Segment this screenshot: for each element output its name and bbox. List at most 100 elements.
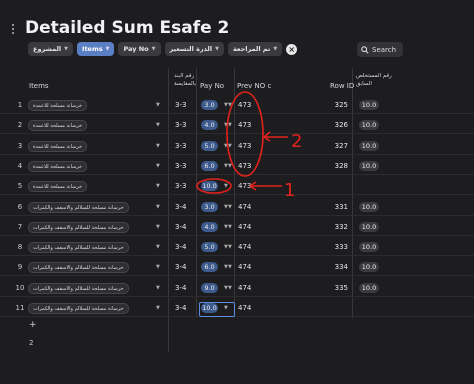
item-chip[interactable]: خرسانة مسلحة للاعمدة <box>28 100 88 111</box>
item-chip[interactable]: خرسانة مسلحة للاعمدة <box>28 181 88 192</box>
item-chip[interactable]: خرسانة مسلحة للسلالم والاسقف والكمرات <box>28 303 129 314</box>
prev-no-cell[interactable]: 474 <box>238 243 251 251</box>
annotation-arrow-1 <box>249 181 282 191</box>
chevron-down-icon[interactable]: ▼ <box>156 183 160 189</box>
pay-no-chip[interactable]: 6.0 <box>201 161 218 171</box>
extract-chip[interactable]: 10.0 <box>359 283 379 293</box>
chevron-down-icon[interactable]: ▼ <box>156 305 160 311</box>
band-cell[interactable]: 3-3 <box>175 101 186 109</box>
band-cell[interactable]: 3-3 <box>175 121 186 129</box>
item-chip[interactable]: خرسانة مسلحة للاعمدة <box>28 161 88 172</box>
chevron-down-icon[interactable]: ▼ <box>156 102 160 108</box>
header-band[interactable]: رقم البند بالمقايسة <box>174 73 196 87</box>
band-cell[interactable]: 3-3 <box>175 182 186 190</box>
chevron-down-icon[interactable]: ▼ <box>156 224 160 230</box>
extract-chip[interactable]: 10.0 <box>359 100 379 110</box>
chevron-down-icon: ▼ <box>273 46 278 52</box>
chevron-down-icon[interactable]: ▼ <box>156 143 160 149</box>
prev-no-cell[interactable]: 474 <box>238 304 251 312</box>
chevron-down-icon[interactable]: ▼ <box>228 163 232 169</box>
item-chip[interactable]: خرسانة مسلحة للاعمدة <box>28 120 88 131</box>
extract-chip[interactable]: 10.0 <box>359 120 379 130</box>
band-cell[interactable]: 3-4 <box>175 263 186 271</box>
item-chip[interactable]: خرسانة مسلحة للسلالم والاسقف والكمرات <box>28 202 129 213</box>
chevron-down-icon[interactable]: ▼ <box>156 264 160 270</box>
chevron-down-icon[interactable]: ▼ <box>228 224 232 230</box>
filter-items[interactable]: Items ▼ <box>77 42 115 56</box>
item-chip[interactable]: خرسانة مسلحة للسلالم والاسقف والكمرات <box>28 242 129 253</box>
chevron-down-icon[interactable]: ▼ <box>228 264 232 270</box>
chevron-down-icon[interactable]: ▼ <box>224 305 228 311</box>
extract-chip[interactable]: 10.0 <box>359 161 379 171</box>
chevron-down-icon[interactable]: ▼ <box>228 244 232 250</box>
chevron-down-icon[interactable]: ▼ <box>156 204 160 210</box>
band-cell[interactable]: 3-4 <box>175 304 186 312</box>
prev-no-cell[interactable]: 474 <box>238 263 251 271</box>
prev-no-cell[interactable]: 473 <box>238 121 251 129</box>
filter-pricing[interactable]: الدرة التسعير ▼ <box>164 42 224 56</box>
item-label: خرسانة مسلحة للاعمدة <box>33 102 83 109</box>
extract-chip[interactable]: 10.0 <box>359 141 379 151</box>
extract-chip[interactable]: 10.0 <box>359 242 379 252</box>
filter-project[interactable]: المشروع ▼ <box>28 42 74 56</box>
chevron-down-icon[interactable]: ▼ <box>228 102 232 108</box>
pay-no-chip[interactable]: 5.0 <box>201 242 218 252</box>
pay-no-chip[interactable]: 4.0 <box>201 222 218 232</box>
pay-no-chip[interactable]: 4.0 <box>201 120 218 130</box>
header-prev-no[interactable]: Prev NO c <box>237 82 271 90</box>
band-cell[interactable]: 3-4 <box>175 284 186 292</box>
prev-no-cell[interactable]: 473 <box>238 162 251 170</box>
clear-filters-icon[interactable]: × <box>286 43 298 55</box>
chevron-down-icon[interactable]: ▼ <box>228 285 232 291</box>
row-id-cell: 326 <box>334 121 348 129</box>
row-divider <box>0 113 474 114</box>
pay-no-chip[interactable]: 10.0 <box>201 181 218 191</box>
band-cell[interactable]: 3-4 <box>175 223 186 231</box>
chevron-down-icon[interactable]: ▼ <box>156 244 160 250</box>
item-label: خرسانة مسلحة للسلالم والاسقف والكمرات <box>33 224 124 231</box>
search-button[interactable]: Search <box>357 42 403 57</box>
header-row-id[interactable]: Row ID <box>330 82 354 90</box>
chevron-down-icon[interactable]: ▼ <box>156 285 160 291</box>
band-cell[interactable]: 3-3 <box>175 162 186 170</box>
item-chip[interactable]: خرسانة مسلحة للسلالم والاسقف والكمرات <box>28 283 129 294</box>
item-label: خرسانة مسلحة للسلالم والاسقف والكمرات <box>33 264 124 271</box>
band-cell[interactable]: 3-4 <box>175 243 186 251</box>
chevron-down-icon[interactable]: ▼ <box>228 122 232 128</box>
prev-no-cell[interactable]: 473 <box>238 142 251 150</box>
more-menu-icon[interactable] <box>12 24 15 34</box>
extract-chip[interactable]: 10.0 <box>359 222 379 232</box>
filter-pay-no[interactable]: Pay No ▼ <box>118 42 161 56</box>
chevron-down-icon[interactable]: ▼ <box>224 183 228 189</box>
header-extract[interactable]: رقم المستخلص السابق <box>356 73 392 87</box>
pay-no-chip[interactable]: 6.0 <box>201 262 218 272</box>
row-divider <box>0 316 474 317</box>
item-chip[interactable]: خرسانة مسلحة للسلالم والاسقف والكمرات <box>28 222 129 233</box>
prev-no-cell[interactable]: 473 <box>238 101 251 109</box>
header-items[interactable]: Items <box>29 82 49 90</box>
band-cell[interactable]: 3-4 <box>175 203 186 211</box>
prev-no-cell[interactable]: 474 <box>238 284 251 292</box>
pay-no-chip[interactable]: 3.0 <box>201 202 218 212</box>
prev-no-cell[interactable]: 474 <box>238 223 251 231</box>
header-pay-no[interactable]: Pay No <box>200 82 224 90</box>
pay-no-chip[interactable]: 9.0 <box>201 283 218 293</box>
chevron-down-icon: ▼ <box>151 46 156 52</box>
chevron-down-icon[interactable]: ▼ <box>156 163 160 169</box>
item-chip[interactable]: خرسانة مسلحة للاعمدة <box>28 141 88 152</box>
chevron-down-icon[interactable]: ▼ <box>228 204 232 210</box>
red-annotation-overlay: 2 1 <box>196 91 302 201</box>
chevron-down-icon[interactable]: ▼ <box>156 122 160 128</box>
prev-no-cell[interactable]: 473 <box>238 182 251 190</box>
prev-no-cell[interactable]: 474 <box>238 203 251 211</box>
item-chip[interactable]: خرسانة مسلحة للسلالم والاسقف والكمرات <box>28 262 129 273</box>
band-cell[interactable]: 3-3 <box>175 142 186 150</box>
pay-no-chip[interactable]: 5.0 <box>201 141 218 151</box>
add-row-button[interactable]: + <box>29 320 37 330</box>
pay-no-chip[interactable]: 3.0 <box>201 100 218 110</box>
extract-chip[interactable]: 10.0 <box>359 202 379 212</box>
chevron-down-icon[interactable]: ▼ <box>228 143 232 149</box>
pay-no-chip[interactable]: 10.0 <box>201 303 218 313</box>
extract-chip[interactable]: 10.0 <box>359 262 379 272</box>
filter-reviewed[interactable]: تم المراجعة ▼ <box>227 42 283 56</box>
